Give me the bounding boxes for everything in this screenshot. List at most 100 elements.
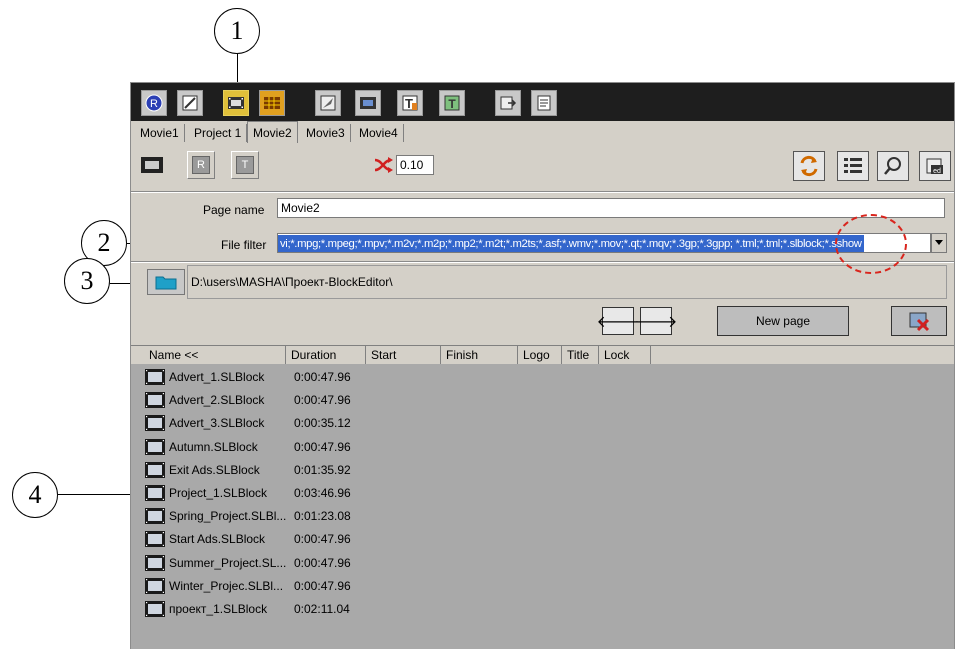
registered-toggle-button[interactable]: R <box>187 151 215 179</box>
file-name: Exit Ads.SLBlock <box>169 462 260 477</box>
file-name: Winter_Projec.SLBl... <box>169 578 284 593</box>
file-name: Autumn.SLBlock <box>169 439 258 454</box>
column-title[interactable]: Title <box>562 346 599 364</box>
file-duration: 0:00:47.96 <box>294 555 351 570</box>
film-icon <box>145 369 165 385</box>
file-duration: 0:00:47.96 <box>294 578 351 593</box>
film-icon <box>145 415 165 432</box>
column-finish[interactable]: Finish <box>441 346 518 364</box>
registered-icon: R <box>192 156 210 174</box>
tab-bar: Movie1 Project 1 Movie2 Movie3 Movie4 <box>131 121 954 144</box>
file-list: Advert_1.SLBlock 0:00:47.96 Advert_2.SLBlo… <box>131 364 954 649</box>
file-name: Advert_2.SLBlock <box>169 393 265 408</box>
list-item[interactable]: Start Ads.SLBlock 0:00:47.96 <box>131 528 954 551</box>
list-item[interactable]: Advert_2.SLBlock 0:00:47.96 <box>131 389 954 412</box>
file-filter-dropdown-button[interactable] <box>931 233 947 253</box>
column-duration[interactable]: Duration <box>286 346 366 364</box>
file-duration: 0:01:35.92 <box>294 462 351 477</box>
tab-movie1[interactable]: Movie1 <box>135 124 185 142</box>
file-name: Advert_1.SLBlock <box>169 370 265 384</box>
tab-project-1[interactable]: Project 1 <box>189 124 248 142</box>
new-page-button[interactable]: New page <box>717 306 849 336</box>
svg-text:R: R <box>150 98 158 110</box>
speed-input[interactable]: 0.10 <box>396 155 434 175</box>
main-toolbar: R T T <box>131 83 954 121</box>
film-icon <box>145 577 165 594</box>
grid-film-icon[interactable] <box>259 90 285 116</box>
text-toggle-button[interactable]: T <box>231 151 259 179</box>
file-name: проект_1.SLBlock <box>169 602 268 616</box>
file-duration: 0:00:47.96 <box>294 393 351 408</box>
file-duration: 0:02:11.04 <box>294 602 350 616</box>
file-duration: 0:00:47.96 <box>294 370 351 384</box>
tab-movie3[interactable]: Movie3 <box>301 124 351 142</box>
file-filter-label: File filter <box>221 238 267 252</box>
text-t-icon[interactable]: T <box>397 90 423 116</box>
film-icon <box>145 508 165 525</box>
film-icon <box>141 157 163 173</box>
delete-icon <box>909 312 930 332</box>
file-filter-selected-text: vi;*.mpg;*.mpeg;*.mpv;*.m2v;*.m2p;*.mp2;… <box>278 235 864 252</box>
page-name-input[interactable]: Movie2 <box>277 198 945 218</box>
list-item[interactable]: Autumn.SLBlock 0:00:47.96 <box>131 436 954 459</box>
prev-page-button[interactable]: 🡐 <box>597 307 639 335</box>
list-item[interactable]: Project_1.SLBlock 0:03:46.96 <box>131 482 954 505</box>
column-name[interactable]: Name << <box>144 346 286 364</box>
refresh-button[interactable] <box>793 151 825 181</box>
file-name: Advert_3.SLBlock <box>169 416 265 431</box>
text-t-icon: T <box>236 156 254 174</box>
folder-icon <box>155 276 177 290</box>
list-item[interactable]: Summer_Project.SL... 0:00:47.96 <box>131 552 954 575</box>
folder-path-display: D:\users\MASHA\Проект-BlockEditor\ <box>187 265 947 299</box>
highlight-circle <box>835 214 907 274</box>
list-item[interactable]: Winter_Projec.SLBl... 0:00:47.96 <box>131 575 954 598</box>
film-effects-icon[interactable] <box>355 90 381 116</box>
search-button[interactable] <box>877 151 909 181</box>
search-icon <box>884 157 901 175</box>
list-item[interactable]: Advert_1.SLBlock 0:00:47.96 <box>131 366 954 389</box>
list-item[interactable]: проект_1.SLBlock 0:02:11.04 <box>131 598 954 621</box>
text-frame-icon[interactable]: T <box>439 90 465 116</box>
page-settings-panel: R T 0.10 ed Page name Movie2 File filter… <box>131 143 954 343</box>
list-item[interactable]: Advert_3.SLBlock 0:00:35.12 <box>131 412 954 435</box>
next-page-button[interactable]: 🡒 <box>635 307 677 335</box>
edit-file-button[interactable]: ed <box>919 151 951 181</box>
column-logo[interactable]: Logo <box>518 346 562 364</box>
tab-movie4[interactable]: Movie4 <box>354 124 404 142</box>
film-icon <box>145 485 165 501</box>
film-icon <box>145 438 165 455</box>
column-lock[interactable]: Lock <box>599 346 651 364</box>
export-icon[interactable] <box>495 90 521 116</box>
callout-3: 3 <box>64 258 110 304</box>
app-window: R T T Movie1 Project 1 Movie2 Movie3 Mov… <box>130 82 955 649</box>
file-filter-input[interactable]: vi;*.mpg;*.mpeg;*.mpv;*.m2v;*.m2p;*.mp2;… <box>277 233 931 253</box>
film-icon <box>145 461 165 478</box>
film-icon <box>145 554 165 571</box>
callout-1: 1 <box>214 8 260 54</box>
tab-movie2[interactable]: Movie2 <box>247 121 298 143</box>
page-name-label: Page name <box>203 203 265 217</box>
film-icon <box>145 392 165 409</box>
separator <box>131 261 954 263</box>
list-item[interactable]: Spring_Project.SLBl... 0:01:23.08 <box>131 505 954 528</box>
file-duration: 0:00:47.96 <box>294 439 351 454</box>
list-view-button[interactable] <box>837 151 869 181</box>
brush-icon[interactable] <box>315 90 341 116</box>
document-icon[interactable] <box>531 90 557 116</box>
film-icon[interactable] <box>223 90 249 116</box>
svg-text:T: T <box>448 97 456 111</box>
list-view-icon <box>844 158 862 173</box>
refresh-icon <box>800 155 818 177</box>
callout-4: 4 <box>12 472 58 518</box>
list-item[interactable]: Exit Ads.SLBlock 0:01:35.92 <box>131 459 954 482</box>
delete-page-button[interactable] <box>891 306 947 336</box>
open-folder-button[interactable] <box>147 269 185 295</box>
file-list-header: Name << Duration Start Finish Logo Title… <box>131 345 954 365</box>
pen-edit-icon[interactable] <box>177 90 203 116</box>
file-duration: 0:03:46.96 <box>294 486 351 500</box>
separator <box>131 191 954 193</box>
registered-icon[interactable]: R <box>141 90 167 116</box>
file-name: Start Ads.SLBlock <box>169 532 266 547</box>
column-start[interactable]: Start <box>366 346 441 364</box>
file-duration: 0:00:35.12 <box>294 416 351 431</box>
